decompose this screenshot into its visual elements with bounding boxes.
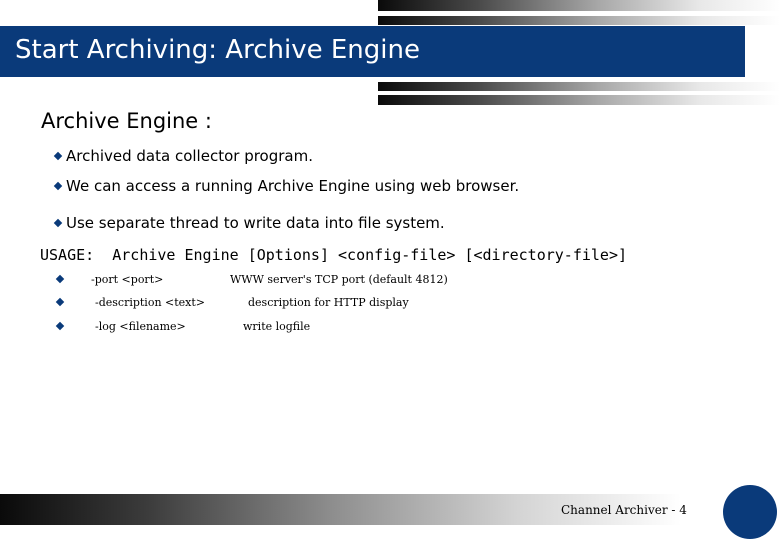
diamond-bullet-icon [55, 321, 65, 331]
diamond-bullet-icon [55, 297, 65, 307]
diamond-bullet-icon [53, 218, 63, 228]
option-name: -port <port> [91, 273, 164, 286]
circle-logo-icon [723, 485, 777, 539]
usage-line: USAGE: Archive Engine [Options] <config-… [40, 246, 627, 264]
section-heading: Archive Engine : [41, 109, 212, 133]
bullet-text: Use separate thread to write data into f… [66, 214, 445, 232]
option-name: -log <filename> [95, 320, 186, 333]
footer-page-label: Channel Archiver - 4 [561, 503, 687, 517]
slide-title: Start Archiving: Archive Engine [15, 35, 420, 65]
bullet-item: Use separate thread to write data into f… [53, 213, 445, 233]
bullet-text: Archived data collector program. [66, 147, 313, 165]
diamond-bullet-icon [53, 181, 63, 191]
option-description: write logfile [243, 320, 311, 333]
option-row-port: -port <port> WWW server's TCP port (defa… [55, 272, 555, 288]
option-row-log: -log <filename> write logfile [55, 319, 555, 335]
bullet-text: We can access a running Archive Engine u… [66, 177, 520, 195]
title-band: Start Archiving: Archive Engine [0, 26, 745, 77]
option-description: WWW server's TCP port (default 4812) [230, 273, 448, 286]
option-description: description for HTTP display [248, 296, 409, 309]
top-gradient-bar-2 [378, 16, 780, 25]
top-gradient-bar-4 [378, 95, 780, 105]
option-row-description: -description <text> description for HTTP… [55, 295, 555, 311]
top-gradient-bar-3 [378, 82, 780, 91]
bullet-item: Archived data collector program. [53, 146, 313, 166]
diamond-bullet-icon [55, 274, 65, 284]
diamond-bullet-icon [53, 151, 63, 161]
top-gradient-bar-1 [378, 0, 780, 11]
bullet-item: We can access a running Archive Engine u… [53, 176, 520, 196]
option-name: -description <text> [95, 296, 206, 309]
